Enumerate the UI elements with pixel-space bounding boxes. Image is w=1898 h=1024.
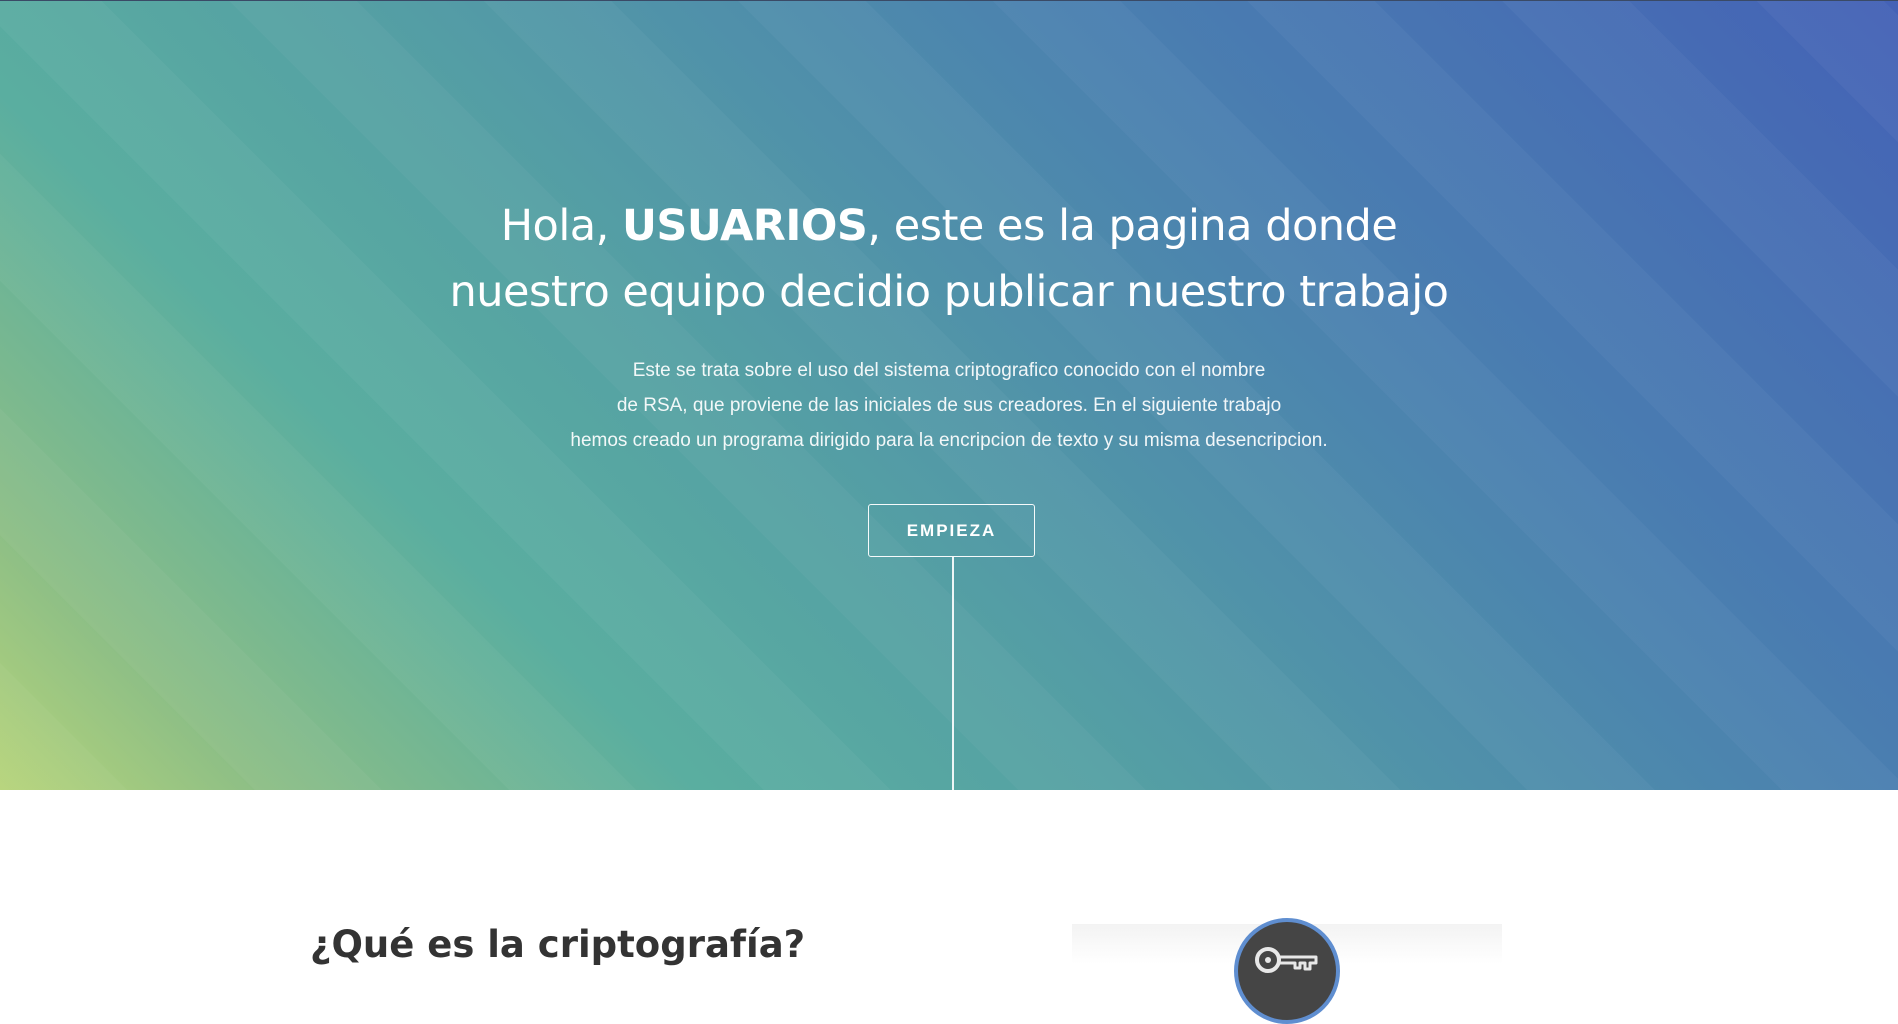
connector-line (952, 557, 954, 790)
section-title: ¿Qué es la criptografía? (310, 923, 806, 966)
hero-content: Hola, USUARIOS, este es la pagina donde … (0, 193, 1898, 458)
hero-headline: Hola, USUARIOS, este es la pagina donde … (0, 193, 1898, 325)
key-icon (1255, 947, 1318, 973)
headline-line-2: nuestro equipo decidio publicar nuestro … (449, 267, 1449, 317)
headline-rest: , este es la pagina donde (867, 201, 1398, 251)
hero-description: Este se trata sobre el uso del sistema c… (0, 353, 1898, 458)
description-line-2: de RSA, que proviene de las iniciales de… (616, 395, 1282, 416)
headline-greeting: Hola, (500, 201, 622, 251)
description-line-1: Este se trata sobre el uso del sistema c… (632, 360, 1266, 381)
headline-emphasis: USUARIOS (621, 201, 868, 251)
feature-icon-badge (1234, 918, 1340, 1024)
start-button[interactable]: EMPIEZA (868, 504, 1035, 557)
hero-banner: Hola, USUARIOS, este es la pagina donde … (0, 0, 1898, 790)
description-line-3: hemos creado un programa dirigido para l… (570, 430, 1328, 451)
